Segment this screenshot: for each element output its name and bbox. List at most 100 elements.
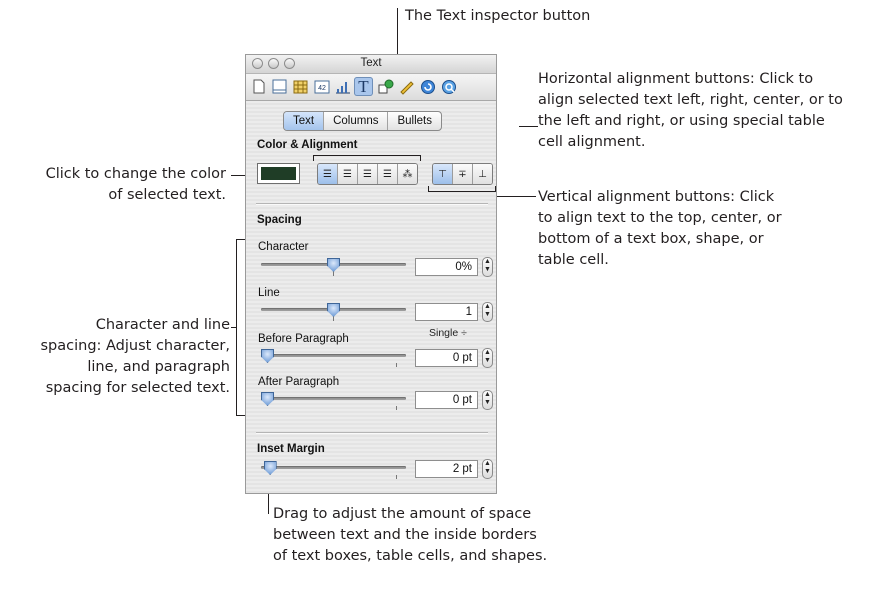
- link-icon[interactable]: [418, 77, 437, 96]
- slider-thumb[interactable]: [261, 349, 274, 363]
- inset-margin-slider[interactable]: [261, 461, 406, 479]
- line-stepper[interactable]: ▲ ▼: [482, 302, 493, 322]
- inspector-toolbar: 42 T: [246, 74, 496, 101]
- horizontal-buttons-bracket: [313, 155, 421, 161]
- slider-thumb[interactable]: [261, 392, 274, 406]
- quicktime-icon[interactable]: [439, 77, 458, 96]
- after-paragraph-field[interactable]: 0 pt: [415, 391, 478, 409]
- before-paragraph-stepper[interactable]: ▲ ▼: [482, 348, 493, 368]
- before-paragraph-field[interactable]: 0 pt: [415, 349, 478, 367]
- before-paragraph-label: Before Paragraph: [258, 333, 349, 345]
- callout-line: the left and right, or using special tab…: [538, 113, 825, 129]
- after-paragraph-slider[interactable]: [261, 392, 406, 410]
- divider: [256, 432, 488, 434]
- step-down-icon[interactable]: ▼: [483, 399, 492, 407]
- callout-line: Character and line: [95, 317, 230, 333]
- vertical-alignment-buttons: ⊤ ∓ ⊥: [432, 163, 493, 185]
- callout-line: Drag to adjust the amount of space: [273, 506, 532, 522]
- color-callout: Click to change the color of selected te…: [0, 164, 226, 206]
- callout-line: The Text inspector button: [405, 8, 591, 24]
- chart-icon[interactable]: [333, 77, 352, 96]
- callout-line: Vertical alignment buttons: Click: [538, 189, 775, 205]
- step-up-icon[interactable]: ▲: [483, 303, 492, 311]
- line-spacing-mode-popup[interactable]: Single ÷: [429, 327, 467, 339]
- character-field[interactable]: 0%: [415, 258, 478, 276]
- callout-line: bottom of a text box, shape, or: [538, 231, 764, 247]
- shape-icon[interactable]: [376, 77, 395, 96]
- spacing-leader: [231, 327, 237, 328]
- step-up-icon[interactable]: ▲: [483, 460, 492, 468]
- tab-bullets[interactable]: Bullets: [388, 112, 441, 130]
- table-icon[interactable]: [291, 77, 310, 96]
- tab-bar: Text Columns Bullets: [283, 111, 443, 131]
- slider-tick: [396, 363, 397, 367]
- slider-tick: [396, 406, 397, 410]
- step-down-icon[interactable]: ▼: [483, 311, 492, 319]
- text-inspector-glyph: T: [358, 76, 369, 96]
- callout-line: cell alignment.: [538, 134, 646, 150]
- align-right-icon[interactable]: ☰: [358, 164, 378, 184]
- tab-columns[interactable]: Columns: [324, 112, 389, 130]
- step-up-icon[interactable]: ▲: [483, 349, 492, 357]
- slider-tick: [396, 475, 397, 479]
- inspector-button-callout: The Text inspector button: [405, 6, 590, 27]
- align-bottom-icon[interactable]: ⊥: [473, 164, 492, 184]
- character-stepper[interactable]: ▲ ▼: [482, 257, 493, 277]
- character-slider[interactable]: [261, 258, 406, 276]
- slider-tick: [333, 317, 334, 321]
- line-field[interactable]: 1: [415, 303, 478, 321]
- inset-margin-stepper[interactable]: ▲ ▼: [482, 459, 493, 479]
- slider-track: [261, 397, 406, 400]
- callout-line: spacing: Adjust character,: [40, 338, 230, 354]
- divider: [256, 203, 488, 205]
- callout-line: table cell.: [538, 252, 609, 268]
- vertical-alignment-callout: Vertical alignment buttons: Click to ali…: [538, 187, 782, 271]
- callout-line: Horizontal alignment buttons: Click to: [538, 71, 814, 87]
- align-left-icon[interactable]: ☰: [318, 164, 338, 184]
- callout-line: spacing for selected text.: [45, 380, 230, 396]
- text-inspector-window: Text 42 T Text Columns Bullets Color & A…: [245, 54, 497, 494]
- title-bar[interactable]: Text: [246, 55, 496, 74]
- horizontal-alignment-callout: Horizontal alignment buttons: Click to a…: [538, 69, 843, 153]
- document-icon[interactable]: [249, 77, 268, 96]
- window-title: Text: [360, 57, 382, 69]
- justify-icon[interactable]: ☰: [378, 164, 398, 184]
- text-inspector-icon[interactable]: T: [354, 77, 373, 96]
- spacing-heading: Spacing: [257, 214, 302, 226]
- horizontal-alignment-buttons: ☰ ☰ ☰ ☰ ⁂: [317, 163, 418, 185]
- step-up-icon[interactable]: ▲: [483, 258, 492, 266]
- slider-track: [261, 354, 406, 357]
- step-down-icon[interactable]: ▼: [483, 468, 492, 476]
- step-down-icon[interactable]: ▼: [483, 357, 492, 365]
- step-up-icon[interactable]: ▲: [483, 391, 492, 399]
- slider-tick: [333, 272, 334, 276]
- tab-text[interactable]: Text: [284, 112, 325, 130]
- step-down-icon[interactable]: ▼: [483, 266, 492, 274]
- align-top-icon[interactable]: ⊤: [433, 164, 453, 184]
- color-swatch: [261, 167, 296, 180]
- text-color-well[interactable]: [257, 163, 300, 184]
- graphic-icon-glyph: 42: [318, 85, 326, 92]
- before-paragraph-slider[interactable]: [261, 349, 406, 367]
- inset-margin-field[interactable]: 2 pt: [415, 460, 478, 478]
- slider-thumb[interactable]: [327, 258, 340, 272]
- after-paragraph-label: After Paragraph: [258, 376, 340, 388]
- align-middle-icon[interactable]: ∓: [453, 164, 473, 184]
- callout-line: line, and paragraph: [87, 359, 230, 375]
- after-paragraph-stepper[interactable]: ▲ ▼: [482, 390, 493, 410]
- slider-thumb[interactable]: [263, 461, 277, 475]
- callout-line: align selected text left, right, center,…: [538, 92, 843, 108]
- horizontal-alignment-leader: [519, 126, 538, 127]
- vertical-buttons-bracket: [428, 186, 496, 192]
- inset-margin-heading: Inset Margin: [257, 443, 325, 455]
- auto-align-icon[interactable]: ⁂: [398, 164, 417, 184]
- layout-icon[interactable]: [270, 77, 289, 96]
- graphic-icon[interactable]: 42: [312, 77, 331, 96]
- callout-line: of selected text.: [108, 187, 226, 203]
- line-slider[interactable]: [261, 303, 406, 321]
- callout-line: to align text to the top, center, or: [538, 210, 782, 226]
- callout-line: Click to change the color: [45, 166, 226, 182]
- ruler-icon[interactable]: [397, 77, 416, 96]
- align-center-icon[interactable]: ☰: [338, 164, 358, 184]
- slider-thumb[interactable]: [327, 303, 340, 317]
